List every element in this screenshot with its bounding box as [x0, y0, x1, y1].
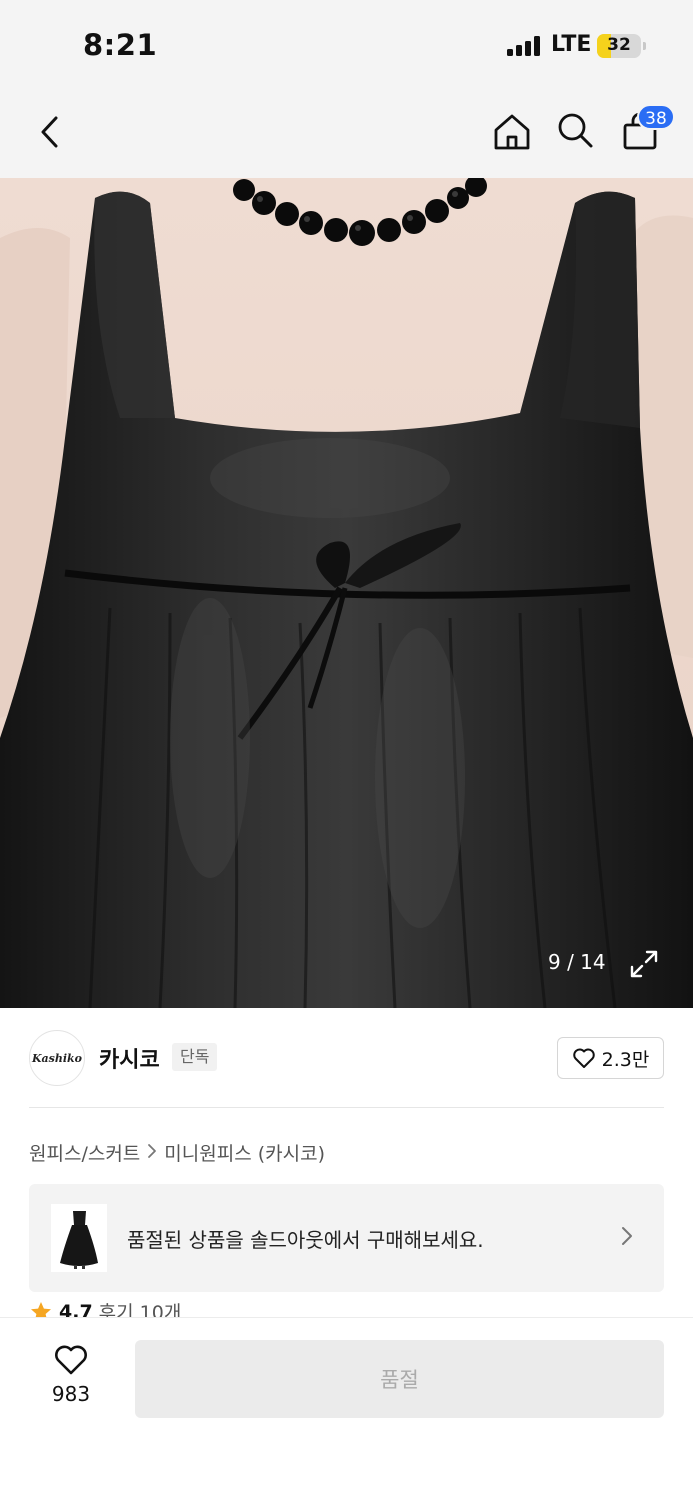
brand-like-button[interactable]: 2.3만	[557, 1037, 664, 1079]
soldout-banner-text: 품절된 상품을 솔드아웃에서 구매해보세요.	[127, 1228, 484, 1252]
product-image[interactable]: 9 / 14	[0, 178, 693, 1008]
status-bar: 8:21 LTE 32	[0, 0, 693, 90]
brand-logo-text: Kashiko	[31, 1051, 82, 1065]
bottom-action-bar: 983 품절	[0, 1317, 693, 1500]
wishlist-button[interactable]: 983	[40, 1344, 102, 1414]
banner-thumbnail	[51, 1204, 107, 1272]
breadcrumb-subcategory[interactable]: 미니원피스 (카시코)	[164, 1139, 325, 1166]
soldout-button[interactable]: 품절	[135, 1340, 664, 1418]
battery-icon: 32	[597, 34, 641, 58]
network-label: LTE	[551, 32, 592, 57]
brand-logo[interactable]: Kashiko	[29, 1030, 85, 1086]
dress-icon	[60, 1211, 98, 1269]
exclusive-tag: 단독	[172, 1043, 218, 1071]
breadcrumb: 원피스/스커트 미니원피스 (카시코)	[29, 1139, 325, 1166]
brand-name[interactable]: 카시코	[99, 1042, 160, 1074]
brand-like-count: 2.3만	[601, 1048, 650, 1071]
wishlist-count: 983	[51, 1382, 91, 1406]
cart-count-badge: 38	[637, 104, 675, 130]
chevron-right-icon	[146, 1143, 158, 1163]
divider	[29, 1107, 664, 1108]
back-button[interactable]	[26, 108, 74, 156]
expand-icon	[630, 950, 658, 978]
image-counter: 9 / 14	[548, 950, 606, 974]
battery-cap	[643, 42, 646, 50]
home-button[interactable]	[488, 108, 536, 156]
top-nav: 38	[0, 90, 693, 178]
expand-button[interactable]	[628, 948, 660, 980]
product-photo	[0, 178, 693, 1008]
soldout-banner[interactable]: 품절된 상품을 솔드아웃에서 구매해보세요.	[29, 1184, 664, 1292]
heart-icon	[572, 1048, 595, 1068]
search-icon	[558, 113, 593, 148]
battery-percent: 32	[607, 35, 631, 55]
search-button[interactable]	[551, 106, 599, 154]
signal-icon	[507, 36, 543, 56]
chevron-right-icon	[619, 1224, 635, 1252]
chevron-left-icon	[41, 116, 58, 148]
home-icon	[494, 114, 530, 150]
breadcrumb-category[interactable]: 원피스/스커트	[29, 1139, 140, 1166]
status-time: 8:21	[83, 28, 158, 62]
heart-icon	[55, 1345, 87, 1375]
